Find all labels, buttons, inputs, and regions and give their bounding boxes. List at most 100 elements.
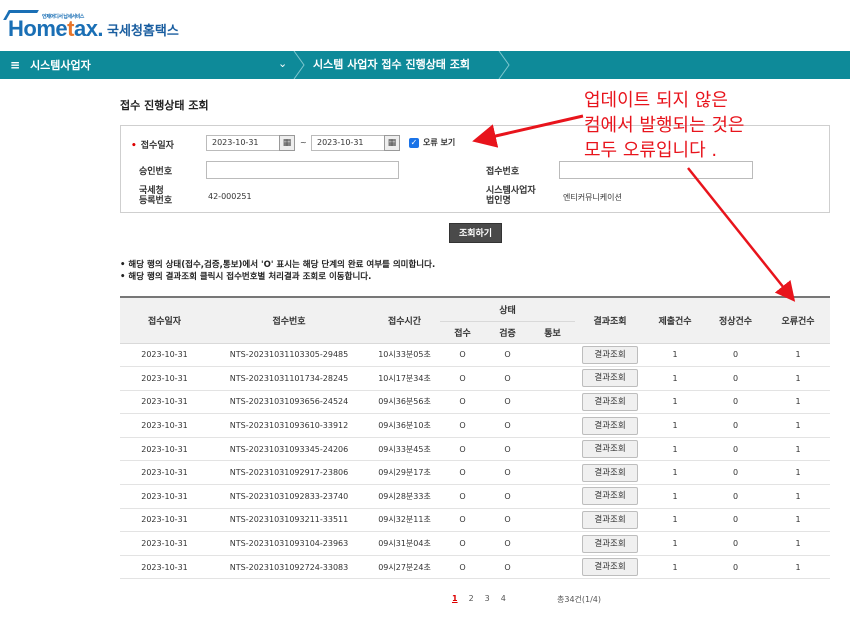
error-view-checkbox[interactable]: ✓: [409, 138, 419, 148]
result-table: 접수일자 접수번호 접수시간 상태 결과조회 제출건수 정상건수 오류건수 접수…: [120, 296, 831, 580]
cell-normal-count: 0: [705, 531, 767, 556]
cell-error-count: 1: [766, 460, 831, 486]
result-view-button[interactable]: 결과조회: [582, 534, 639, 553]
annotation-line: 모두 오류입니다 .: [584, 140, 718, 161]
col-header-submit-count: 제출건수: [645, 296, 706, 344]
result-view-button[interactable]: 결과조회: [582, 440, 639, 459]
table-row: 2023-10-31 NTS-20231031103305-29485 10시3…: [120, 343, 831, 368]
result-view-button[interactable]: 결과조회: [582, 510, 639, 529]
table-row: 2023-10-31 NTS-20231031093104-23963 09시3…: [120, 531, 831, 556]
cell-status-notify: [530, 484, 576, 509]
cell-normal-count: 0: [705, 343, 767, 368]
cell-status-receive: O: [440, 484, 485, 509]
table-row: 2023-10-31 NTS-20231031092724-33083 09시2…: [120, 555, 831, 580]
col-header-date: 접수일자: [120, 296, 209, 344]
cell-normal-count: 0: [705, 555, 767, 580]
col-header-normal-count: 정상건수: [705, 296, 767, 344]
cell-result: 결과조회: [575, 343, 646, 368]
cell-status-notify: [530, 531, 576, 556]
sys-corp-label: 시스템사업자 법인명: [486, 186, 536, 206]
cell-normal-count: 0: [705, 484, 767, 509]
col-header-time: 접수시간: [369, 296, 440, 344]
cell-status-notify: [530, 366, 576, 391]
table-row: 2023-10-31 NTS-20231031092917-23806 09시2…: [120, 460, 831, 486]
cell-status-verify: O: [485, 460, 530, 486]
cell-submit-count: 1: [645, 484, 706, 509]
nts-reg-label-line2: 등록번호: [139, 196, 173, 206]
cell-error-count: 1: [766, 343, 831, 368]
cell-normal-count: 0: [705, 437, 767, 462]
cell-date: 2023-10-31: [120, 531, 209, 556]
annotation-text: 업데이트 되지 않은 컴에서 발행되는 것은 모두 오류입니다 .: [584, 88, 744, 163]
result-view-button[interactable]: 결과조회: [582, 392, 639, 411]
breadcrumb[interactable]: 시스템 사업자 접수 진행상태 조회: [313, 51, 470, 79]
table-row: 2023-10-31 NTS-20231031101734-28245 10시1…: [120, 366, 831, 391]
cell-time: 09시33분45초: [369, 437, 440, 462]
cell-date: 2023-10-31: [120, 555, 209, 580]
cell-status-verify: O: [485, 437, 530, 462]
nav-separator-icon: [293, 51, 305, 79]
result-view-button[interactable]: 결과조회: [582, 416, 639, 435]
calendar-icon[interactable]: ▦: [279, 135, 295, 151]
page-link[interactable]: 3: [485, 594, 490, 603]
cell-status-notify: [530, 343, 576, 368]
calendar-icon[interactable]: ▦: [384, 135, 400, 151]
cell-status-verify: O: [485, 555, 530, 580]
search-button[interactable]: 조회하기: [449, 223, 502, 243]
result-view-button[interactable]: 결과조회: [582, 345, 639, 364]
receipt-number-input[interactable]: [559, 161, 753, 179]
cell-date: 2023-10-31: [120, 437, 209, 462]
cell-time: 09시31분04초: [369, 531, 440, 556]
result-view-button[interactable]: 결과조회: [582, 558, 639, 577]
chevron-down-icon[interactable]: ⌄: [278, 57, 287, 70]
cell-error-count: 1: [766, 413, 831, 438]
cell-status-verify: O: [485, 531, 530, 556]
cell-time: 09시32분11초: [369, 508, 440, 533]
result-view-button[interactable]: 결과조회: [582, 463, 639, 482]
approval-number-input[interactable]: [206, 161, 399, 179]
result-view-button[interactable]: 결과조회: [582, 369, 639, 388]
hometax-logo[interactable]: 언제어디서 납세서비스 Hometax. 국세청홈택스: [3, 8, 179, 42]
cell-date: 2023-10-31: [120, 343, 209, 368]
date-range-tilde: ~: [300, 138, 307, 147]
cell-receipt-no: NTS-20231031093211-33511: [209, 508, 369, 533]
col-header-status-receive: 접수: [440, 321, 485, 344]
cell-error-count: 1: [766, 390, 831, 415]
cell-normal-count: 0: [705, 366, 767, 391]
cell-error-count: 1: [766, 531, 831, 556]
cell-status-notify: [530, 460, 576, 486]
cell-status-receive: O: [440, 460, 485, 486]
page-link[interactable]: 1: [452, 594, 458, 603]
page-link[interactable]: 4: [501, 594, 506, 603]
cell-normal-count: 0: [705, 413, 767, 438]
cell-status-notify: [530, 508, 576, 533]
nts-reg-value: 42-000251: [208, 192, 252, 201]
nav-menu-label: 시스템사업자: [30, 59, 91, 72]
top-navbar: ≡ 시스템사업자 ⌄ 시스템 사업자 접수 진행상태 조회: [0, 51, 850, 79]
table-row: 2023-10-31 NTS-20231031093345-24206 09시3…: [120, 437, 831, 462]
col-header-status-notify: 통보: [530, 321, 576, 344]
cell-status-receive: O: [440, 531, 485, 556]
notes: 해당 행의 상태(접수,검증,통보)에서 'O' 표시는 해당 단계의 완료 여…: [120, 259, 435, 283]
hamburger-icon[interactable]: ≡: [10, 58, 20, 72]
cell-status-receive: O: [440, 343, 485, 368]
cell-date: 2023-10-31: [120, 460, 209, 486]
cell-result: 결과조회: [575, 390, 646, 415]
result-view-button[interactable]: 결과조회: [582, 487, 639, 506]
cell-error-count: 1: [766, 437, 831, 462]
note-item: 해당 행의 결과조회 클릭시 접수번호별 처리결과 조회로 이동합니다.: [120, 271, 435, 283]
cell-submit-count: 1: [645, 460, 706, 486]
table-row: 2023-10-31 NTS-20231031093656-24524 09시3…: [120, 390, 831, 415]
cell-time: 10시33분05초: [369, 343, 440, 368]
cell-status-verify: O: [485, 390, 530, 415]
sys-corp-label-line2: 법인명: [486, 196, 511, 206]
nts-reg-label: 국세청 등록번호: [139, 186, 172, 206]
cell-date: 2023-10-31: [120, 366, 209, 391]
cell-receipt-no: NTS-20231031093610-33912: [209, 413, 369, 438]
cell-receipt-no: NTS-20231031092917-23806: [209, 460, 369, 486]
nav-menu[interactable]: ≡ 시스템사업자: [0, 51, 295, 79]
cell-status-receive: O: [440, 390, 485, 415]
page-link[interactable]: 2: [469, 594, 474, 603]
col-header-error-count: 오류건수: [766, 296, 831, 344]
cell-time: 10시17분34초: [369, 366, 440, 391]
